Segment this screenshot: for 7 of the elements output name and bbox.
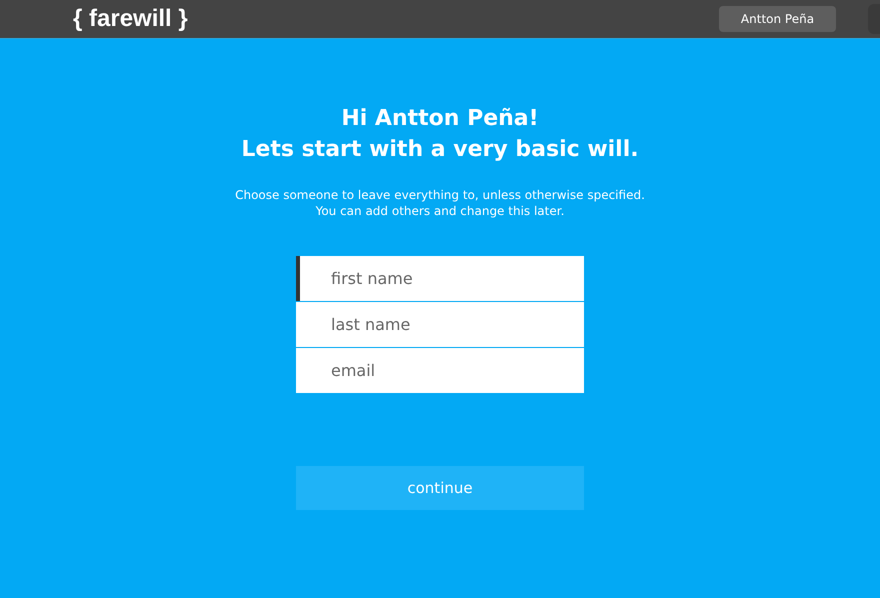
user-button[interactable]: Antton Peña	[719, 6, 836, 32]
logo[interactable]: { farewill }	[73, 5, 188, 33]
input-field[interactable]: first name	[296, 256, 584, 301]
heading: Hi Antton Peña!	[341, 105, 539, 133]
heading: Lets start with a very basic will.	[241, 136, 639, 164]
subtitle: Choose someone to leave everything to, unless otherwise specified.	[235, 187, 645, 203]
subtitle: You can add others and change this later.	[316, 203, 564, 219]
